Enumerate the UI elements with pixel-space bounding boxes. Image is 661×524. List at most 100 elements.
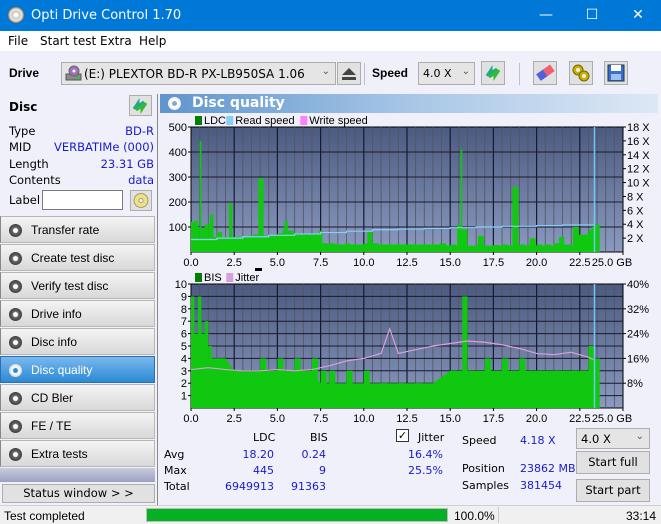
bis-avg: 0.24 <box>301 448 327 461</box>
menu-start-test[interactable]: Start test <box>40 34 96 48</box>
y2-tick-label: 24% <box>627 329 649 341</box>
jitter-max: 25.5% <box>408 464 443 477</box>
menu-extra[interactable]: Extra <box>100 34 132 48</box>
settings-icon <box>572 64 590 82</box>
start-part-button[interactable]: Start part <box>576 479 650 502</box>
disc-title: Disc <box>9 100 38 114</box>
status-window-button[interactable]: Status window > > <box>2 484 155 503</box>
stats-panel: LDC BIS Avg Max Total 18.20 445 6949913 … <box>160 424 660 504</box>
nav-extra-tests[interactable]: Extra tests <box>0 440 155 467</box>
nav-fe-te[interactable]: FE / TE <box>0 412 155 439</box>
speed-select[interactable]: 4.0 X ⌄ <box>418 62 475 85</box>
col-ldc-header: LDC <box>253 431 276 444</box>
y2-tick-label: 2 X <box>627 233 644 245</box>
x-tick-label: 22.5 <box>569 413 590 424</box>
y-tick-label: 100 <box>169 222 187 234</box>
menu-help[interactable]: Help <box>139 34 166 48</box>
label-disc-button[interactable] <box>130 190 152 211</box>
y2-tick-label: 12 X <box>627 164 650 176</box>
y2-tick-label: 40% <box>627 279 649 291</box>
data-bar-ldc <box>460 149 463 252</box>
close-button[interactable]: ✕ <box>615 0 661 31</box>
drive-info-icon <box>9 308 22 321</box>
cd-bler-icon <box>9 392 22 405</box>
drive-label: Drive <box>9 66 40 80</box>
disc-row-contents: Contents data <box>9 173 154 187</box>
nav-disc-quality[interactable]: Disc quality <box>0 356 155 383</box>
y2-tick-label: 32% <box>627 304 649 316</box>
nav-create-test-disc[interactable]: Create test disc <box>0 244 155 271</box>
max-label: Max <box>164 464 187 477</box>
x-tick-label: 0.0 <box>183 413 198 424</box>
speed-stat-value: 4.18 X <box>520 434 556 447</box>
toolbar: Drive (E:) PLEXTOR BD-R PX-LB950SA 1.06 … <box>0 51 661 94</box>
sidebar: Disc Type BD-R MID VERBATIMe (000) Length 2… <box>0 94 157 505</box>
disc-refresh-button[interactable] <box>129 95 152 116</box>
y2-tick-label: 8% <box>627 378 643 390</box>
jitter-avg: 16.4% <box>408 448 443 461</box>
app-icon <box>8 7 24 23</box>
jitter-label: Jitter <box>418 431 445 444</box>
eject-button[interactable] <box>337 62 361 85</box>
y2-tick-label: 14 X <box>627 150 650 162</box>
nav-drive-info[interactable]: Drive info <box>0 300 155 327</box>
x-tick-label: 12.5 <box>396 413 417 424</box>
drive-icon <box>65 65 82 81</box>
jitter-checkbox[interactable]: ✓ <box>396 429 409 442</box>
panel-title: Disc quality <box>192 95 285 111</box>
status-text: Test completed <box>4 509 85 523</box>
total-label: Total <box>164 480 190 493</box>
y2-tick-label: 18 X <box>627 122 650 134</box>
y-tick-label: 5 <box>181 341 187 353</box>
bis-chart: 12345678910 8% 16% 24% 32% 40% 0.0 2.5 5.0 7.5 10.… <box>175 268 649 424</box>
menu-file[interactable]: File <box>8 34 28 48</box>
chevron-down-icon: ⌄ <box>461 66 470 77</box>
y-tick-label: 7 <box>181 316 187 328</box>
ldc-chart: 100 200 300 400 500 2 X 4 X 6 X 8 X10 X 12 X 14 X 1… <box>169 115 651 269</box>
legend-label: BIS <box>204 272 222 284</box>
erase-icon <box>536 64 555 81</box>
nav-verify-test-disc[interactable]: Verify test disc <box>0 272 155 299</box>
y-tick-label: 8 <box>181 304 187 316</box>
x-tick-label: 15.0 <box>439 413 460 424</box>
start-full-button[interactable]: Start full <box>576 451 650 474</box>
menu-bar: File Start test Extra Help <box>0 31 661 51</box>
save-button[interactable] <box>604 61 628 85</box>
ldc-avg: 18.20 <box>242 448 275 461</box>
speed-stat-label: Speed <box>462 434 497 447</box>
nav-cd-bler[interactable]: CD Bler <box>0 384 155 411</box>
minimize-button[interactable]: — <box>523 0 569 31</box>
nav-transfer-rate[interactable]: Transfer rate <box>0 216 155 243</box>
y-tick-label: 400 <box>169 147 187 159</box>
refresh-button[interactable] <box>481 61 505 85</box>
label-input[interactable] <box>42 190 123 210</box>
nav-disc-info[interactable]: Disc info <box>0 328 155 355</box>
data-bar-ldc <box>512 187 519 252</box>
legend-swatch <box>226 116 234 125</box>
avg-label: Avg <box>164 448 185 461</box>
disc-row-length: Length 23.31 GB <box>9 157 154 171</box>
legend-swatch <box>226 273 234 282</box>
test-speed-select[interactable]: 4.0 X ⌄ <box>576 428 650 449</box>
maximize-button[interactable]: ☐ <box>569 0 615 31</box>
legend-swatch <box>195 273 202 282</box>
drive-select[interactable]: (E:) PLEXTOR BD-R PX-LB950SA 1.06 ⌄ <box>61 62 336 85</box>
settings-button[interactable] <box>569 61 593 85</box>
y-tick-label: 1 <box>181 391 187 403</box>
elapsed-time: 33:14 <box>625 509 656 523</box>
y-tick-label: 200 <box>169 197 187 209</box>
panel-header: Disc quality <box>160 94 658 113</box>
x-tick-label: 17.5 <box>483 413 504 424</box>
fe-te-icon <box>9 420 22 433</box>
title-bar: Opti Drive Control 1.70 — ☐ ✕ <box>0 0 661 31</box>
data-bar-ldc <box>199 140 202 252</box>
refresh-icon <box>485 65 501 81</box>
position-value: 23862 MB <box>520 462 576 475</box>
x-tick-label: 10.0 <box>353 413 374 424</box>
erase-button[interactable] <box>533 61 557 85</box>
y2-tick-label: 4 X <box>627 219 644 231</box>
progress-bar <box>146 508 448 522</box>
disc-header: Disc <box>2 94 155 118</box>
extra-tests-icon <box>9 448 22 461</box>
disc-quality-icon <box>9 364 22 377</box>
